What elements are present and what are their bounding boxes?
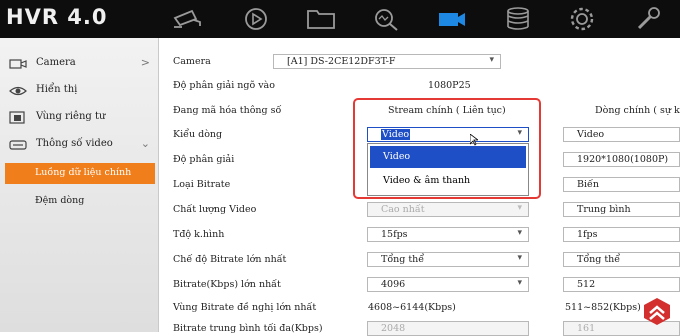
main-stream-event-header: Dòng chính ( sự ki	[595, 105, 680, 116]
event-resolution-select[interactable]: 1920*1080(1080P)	[563, 152, 680, 167]
playback-icon[interactable]	[240, 6, 272, 32]
input-resolution-value: 1080P25	[428, 80, 471, 91]
sidebar-item-label: Vùng riêng tư	[36, 111, 106, 122]
sidebar-item-video-parameters[interactable]: Thông số video ⌄	[0, 133, 158, 157]
privacy-mask-icon	[9, 111, 27, 125]
video-quality-select[interactable]: Cao nhất ▾	[367, 202, 529, 217]
event-max-bitrate-value: 512	[577, 279, 596, 290]
event-resolution-value: 1920*1080(1080P)	[577, 154, 669, 165]
video-icon	[9, 138, 27, 152]
camera-select-value: [A1] DS-2CE12DF3T-F	[287, 56, 396, 67]
watermark-logo-icon	[642, 296, 672, 326]
chevron-down-icon: ▾	[489, 55, 494, 65]
sidebar-item-display[interactable]: Hiển thị	[0, 79, 158, 103]
event-video-quality-value: Trung bình	[577, 204, 631, 215]
event-avg-bitrate-value: 161	[577, 323, 596, 334]
sidebar: Camera > Hiển thị Vùng riêng tư Thông số…	[0, 38, 159, 332]
camera-settings-icon	[9, 57, 27, 71]
frame-rate-select[interactable]: 15fps ▾	[367, 227, 529, 242]
event-stream-type-select[interactable]: Video	[563, 127, 680, 142]
event-bitrate-type-select[interactable]: Biến	[563, 177, 680, 192]
maintenance-icon[interactable]	[632, 6, 664, 32]
camera-icon[interactable]	[172, 6, 204, 32]
max-bitrate-mode-value: Tổng thể	[381, 254, 425, 265]
event-video-quality-select[interactable]: Trung bình	[563, 202, 680, 217]
event-frame-rate-select[interactable]: 1fps	[563, 227, 680, 242]
sidebar-item-label: Thông số video	[36, 138, 113, 149]
input-resolution-label: Độ phân giải ngõ vào	[173, 80, 275, 91]
sidebar-item-privacy-mask[interactable]: Vùng riêng tư	[0, 106, 158, 130]
recommended-bitrate-label: Vùng Bitrate đề nghị lớn nhất	[173, 302, 317, 313]
sidebar-item-label: Hiển thị	[36, 84, 78, 95]
sidebar-subitem-label: Đệm dòng	[35, 195, 85, 206]
event-frame-rate-value: 1fps	[577, 229, 598, 240]
max-bitrate-label: Bitrate(Kbps) lớn nhất	[173, 279, 281, 290]
chevron-down-icon: ▾	[517, 253, 522, 263]
resolution-label: Độ phân giải	[173, 154, 235, 165]
max-bitrate-select[interactable]: 4096 ▾	[367, 277, 529, 292]
recommended-bitrate-value: 4608~6144(Kbps)	[368, 302, 456, 313]
avg-bitrate-input[interactable]: 2048	[367, 321, 529, 336]
chevron-down-icon: ▾	[517, 228, 522, 238]
max-bitrate-mode-label: Chế độ Bitrate lớn nhất	[173, 254, 287, 265]
chevron-down-icon: ▾	[517, 203, 522, 213]
max-bitrate-mode-select[interactable]: Tổng thể ▾	[367, 252, 529, 267]
sidebar-subitem-main-stream[interactable]: Luồng dữ liệu chính	[5, 163, 155, 184]
record-icon[interactable]	[436, 6, 468, 32]
storage-icon[interactable]	[502, 6, 534, 32]
sidebar-subitem-sub-stream[interactable]: Đệm dòng	[5, 191, 155, 212]
avg-bitrate-value: 2048	[381, 323, 406, 334]
bitrate-type-label: Loại Bitrate	[173, 179, 231, 190]
chevron-down-icon: ⌄	[140, 137, 150, 150]
sidebar-subitem-label: Luồng dữ liệu chính	[35, 167, 132, 178]
eye-icon	[9, 84, 27, 98]
event-bitrate-type-value: Biến	[577, 179, 599, 190]
annotation-highlight-box	[353, 98, 541, 199]
mouse-cursor-icon	[469, 131, 480, 146]
stream-type-label: Kiểu dòng	[173, 129, 223, 140]
camera-select[interactable]: [A1] DS-2CE12DF3T-F ▾	[273, 54, 501, 69]
camera-label: Camera	[173, 56, 211, 67]
folder-icon[interactable]	[305, 6, 337, 32]
event-max-bitrate-mode-select[interactable]: Tổng thể	[563, 252, 680, 267]
event-max-bitrate-select[interactable]: 512	[563, 277, 680, 292]
sidebar-item-label: Camera	[36, 57, 76, 68]
avg-bitrate-label: Bitrate trung bình tối đa(Kbps)	[173, 323, 323, 334]
settings-icon[interactable]	[566, 6, 598, 32]
chevron-down-icon: ▾	[517, 278, 522, 288]
frame-rate-label: Tđộ k.hình	[173, 229, 225, 240]
chevron-right-icon: >	[140, 56, 150, 69]
top-navigation-bar: HVR 4.0	[0, 0, 680, 38]
sidebar-item-camera[interactable]: Camera >	[0, 52, 158, 76]
encoding-params-label: Đang mã hóa thông số	[173, 105, 282, 116]
event-max-bitrate-mode-value: Tổng thể	[577, 254, 621, 265]
event-recommended-bitrate-value: 511~852(Kbps)	[565, 302, 641, 313]
video-quality-label: Chất lượng Video	[173, 204, 257, 215]
video-quality-value: Cao nhất	[381, 204, 425, 215]
search-icon[interactable]	[370, 6, 402, 32]
app-title: HVR 4.0	[6, 5, 108, 29]
frame-rate-value: 15fps	[381, 229, 408, 240]
max-bitrate-value: 4096	[381, 279, 406, 290]
event-stream-type-value: Video	[577, 129, 605, 140]
